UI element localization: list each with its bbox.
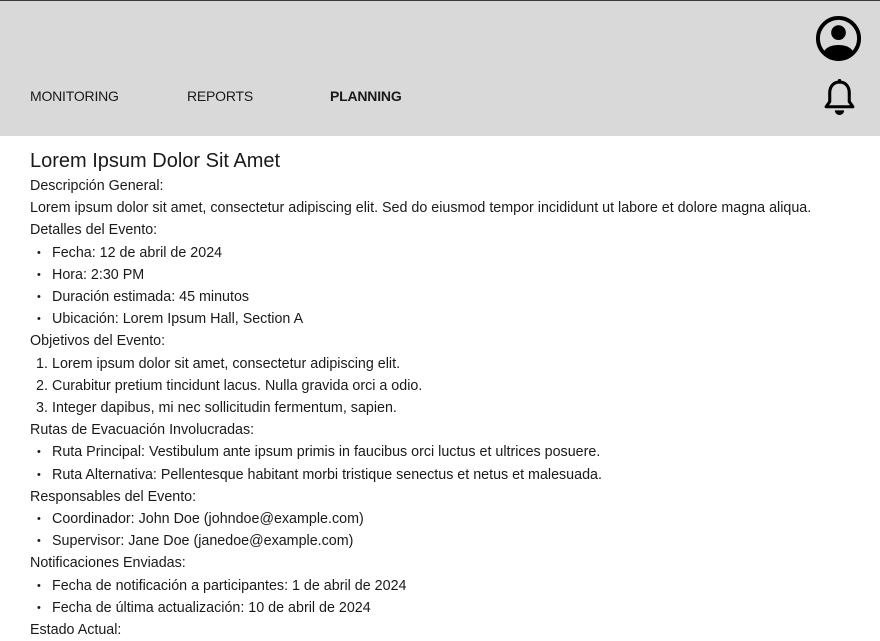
list-number: 3.: [36, 400, 48, 417]
status-heading: Estado Actual:: [30, 622, 122, 639]
notification-bell-icon[interactable]: [823, 79, 856, 116]
nav-planning[interactable]: PLANNING: [330, 88, 402, 104]
routes-list: Ruta Principal: Vestibulum ante ipsum pr…: [30, 441, 880, 486]
objectives-list: 1. Lorem ipsum dolor sit amet, consectetu…: [30, 353, 880, 420]
list-number: 2.: [36, 377, 48, 394]
list-item: 2. Curabitur pretium tincidunt lacus. Nul…: [30, 375, 880, 397]
description-text: Lorem ipsum dolor sit amet, consectetur …: [30, 200, 812, 217]
list-item: Supervisor: Jane Doe (janedoe@example.co…: [30, 530, 880, 552]
nav-monitoring[interactable]: MONITORING: [30, 88, 119, 104]
details-heading: Detalles del Evento:: [30, 222, 158, 239]
list-item: Ruta Alternativa: Pellentesque habitant …: [30, 464, 880, 486]
routes-heading: Rutas de Evacuación Involucradas:: [30, 422, 255, 439]
details-list: Fecha: 12 de abril de 2024 Hora: 2:30 PM…: [30, 242, 880, 331]
user-profile-icon[interactable]: [815, 15, 862, 62]
list-item: Fecha de última actualización: 10 de abr…: [30, 597, 880, 619]
list-item: 1. Lorem ipsum dolor sit amet, consectetu…: [30, 353, 880, 375]
description-heading: Descripción General:: [30, 178, 164, 194]
objectives-heading: Objetivos del Evento:: [30, 333, 166, 350]
list-item: Coordinador: John Doe (johndoe@example.c…: [30, 508, 880, 530]
list-item: Fecha: 12 de abril de 2024: [30, 242, 880, 264]
list-item: Ubicación: Lorem Ipsum Hall, Section A: [30, 308, 880, 330]
event-detail: Lorem Ipsum Dolor Sit Amet Descripción G…: [30, 148, 880, 641]
event-title: Lorem Ipsum Dolor Sit Amet: [30, 150, 281, 172]
responsibles-heading: Responsables del Evento:: [30, 488, 197, 505]
list-item: Fecha de notificación a participantes: 1…: [30, 575, 880, 597]
nav-reports[interactable]: REPORTS: [187, 88, 253, 104]
list-text: Lorem ipsum dolor sit amet, consectetur …: [52, 355, 401, 372]
top-header: MONITORING REPORTS PLANNING: [0, 0, 880, 136]
main-nav: MONITORING REPORTS PLANNING: [0, 88, 880, 108]
responsibles-list: Coordinador: John Doe (johndoe@example.c…: [30, 508, 880, 553]
list-item: Hora: 2:30 PM: [30, 264, 880, 286]
notifications-list: Fecha de notificación a participantes: 1…: [30, 575, 880, 620]
list-item: Duración estimada: 45 minutos: [30, 286, 880, 308]
list-item: 3. Integer dapibus, mi nec sollicitudin f…: [30, 397, 880, 419]
notifications-heading: Notificaciones Enviadas:: [30, 555, 186, 572]
list-text: Integer dapibus, mi nec sollicitudin fer…: [52, 400, 397, 417]
list-number: 1.: [36, 355, 48, 372]
list-item: Ruta Principal: Vestibulum ante ipsum pr…: [30, 441, 880, 463]
list-text: Curabitur pretium tincidunt lacus. Nulla…: [52, 377, 423, 394]
